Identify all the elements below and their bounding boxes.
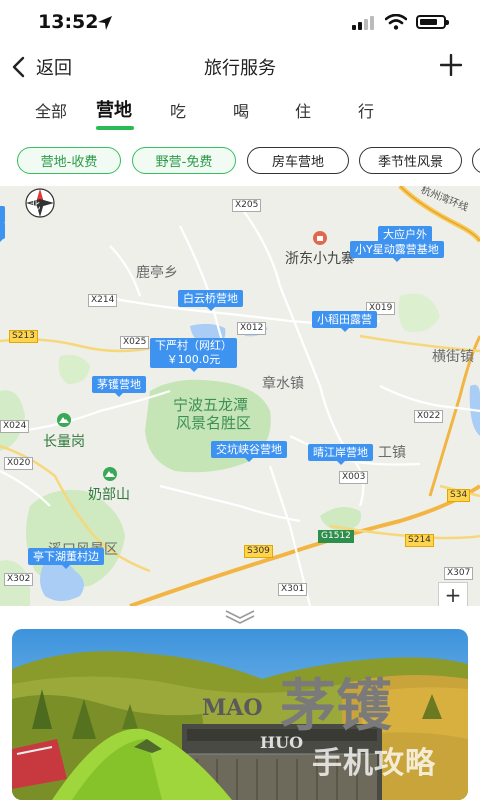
location-arrow-icon <box>98 16 112 30</box>
place-label: 横街镇 <box>432 349 474 365</box>
active-tab-indicator <box>96 126 134 130</box>
road-tag: X214 <box>88 294 118 307</box>
road-tag: S34 <box>447 489 471 502</box>
sign-pinyin: MAO <box>202 695 263 721</box>
filter-chip-seasonal[interactable]: 季节性风景 <box>359 147 462 174</box>
battery-icon <box>416 15 449 29</box>
road-tag: X024 <box>0 420 30 433</box>
camp-marker[interactable]: 小稻田露营 <box>312 311 377 332</box>
tab-campsite[interactable]: 营地 <box>96 96 132 122</box>
watermark: 手机攻略 <box>312 746 436 781</box>
filter-chip-more[interactable] <box>472 147 480 174</box>
place-label: 长量岗 <box>43 434 85 450</box>
camp-card-photo[interactable]: MAO 茅镬 HUO 手机攻略 <box>12 629 468 800</box>
camp-marker[interactable]: 晴江岸营地 <box>308 444 373 465</box>
camp-marker-name: 小稻田露营 <box>317 313 372 326</box>
camp-marker-partial[interactable] <box>0 206 5 227</box>
chevron-down-icon[interactable] <box>222 608 258 626</box>
camp-marker[interactable]: 下严村（网红） ￥100.0元 <box>150 338 237 372</box>
road-tag: X205 <box>232 199 262 212</box>
camp-marker-name: 大应户外 <box>383 228 427 241</box>
road-tag: S214 <box>405 534 434 547</box>
sign-main-text: 茅镬 <box>280 673 392 739</box>
camp-marker-name: 小Y星动露营基地 <box>355 243 439 256</box>
tab-eat[interactable]: 吃 <box>170 98 186 122</box>
camp-marker[interactable]: 茅镬营地 <box>92 376 146 397</box>
wifi-icon <box>385 14 407 30</box>
tab-travel[interactable]: 行 <box>358 98 374 122</box>
camp-marker-partial[interactable] <box>0 222 5 243</box>
filter-chip-paid-camp[interactable]: 营地-收费 <box>17 147 121 174</box>
filter-chips: 营地-收费 野营-免费 房车营地 季节性风景 <box>0 147 480 175</box>
place-label: 工镇 <box>378 445 406 461</box>
scenic-poi-icon <box>313 231 327 245</box>
camp-marker[interactable]: 交坑峡谷营地 <box>211 441 287 462</box>
cellular-signal-icon <box>352 16 374 30</box>
mountain-icon <box>103 467 117 481</box>
road-tag: X022 <box>414 410 444 423</box>
filter-chip-free-camp[interactable]: 野营-免费 <box>132 147 236 174</box>
map-view[interactable]: 北 鹿亭乡 章水镇 横街镇 长量岗 奶部山 浙东小九寨 宁波五龙潭 风景名胜区 … <box>0 186 480 606</box>
place-label: 奶部山 <box>88 487 130 503</box>
camp-marker-price: ￥100.0元 <box>166 353 221 366</box>
road-tag: X307 <box>444 567 474 580</box>
place-label: 章水镇 <box>262 376 304 392</box>
camp-marker-name: 交坑峡谷营地 <box>216 443 282 456</box>
camp-marker-name: 下严村（网红） <box>155 339 232 352</box>
compass-label: 北 <box>30 201 40 212</box>
compass-icon[interactable] <box>18 186 62 220</box>
camp-marker-name: 晴江岸营地 <box>313 446 368 459</box>
category-tabs: 全部 营地 吃 喝 住 行 <box>0 94 480 136</box>
camp-marker-name: 茅镬营地 <box>97 378 141 391</box>
place-label: 浙东小九寨 <box>285 251 355 267</box>
status-time: 13:52 <box>38 11 99 33</box>
page-title: 旅行服务 <box>204 58 276 79</box>
road-tag: G1512 <box>318 530 354 543</box>
scenic-label: 风景名胜区 <box>176 414 252 432</box>
add-icon[interactable] <box>440 54 462 76</box>
road-tag: X012 <box>237 322 267 335</box>
road-tag: X025 <box>120 336 150 349</box>
camp-marker[interactable]: 白云桥营地 <box>178 290 243 311</box>
tab-drink[interactable]: 喝 <box>233 98 249 122</box>
road-tag: X003 <box>339 471 369 484</box>
road-tag: S213 <box>9 330 38 343</box>
zoom-in-button[interactable]: + <box>438 582 468 606</box>
tab-all[interactable]: 全部 <box>35 98 67 122</box>
filter-chip-rv-camp[interactable]: 房车营地 <box>247 147 349 174</box>
road-tag: X301 <box>278 583 308 596</box>
nav-bar: 返回 旅行服务 <box>0 44 480 90</box>
tab-stay[interactable]: 住 <box>295 98 311 122</box>
road-tag: X020 <box>4 457 34 470</box>
scenic-label: 宁波五龙潭 <box>173 396 249 414</box>
mountain-icon <box>57 413 71 427</box>
road-tag: S309 <box>244 545 273 558</box>
camp-marker[interactable]: 小Y星动露营基地 <box>350 241 444 262</box>
camp-marker-name: 白云桥营地 <box>183 292 238 305</box>
camp-marker-name: 亭下湖董村边 <box>33 550 99 563</box>
status-bar: 13:52 <box>0 0 480 44</box>
camp-marker[interactable]: 亭下湖董村边 <box>28 548 104 569</box>
place-label: 鹿亭乡 <box>136 265 178 281</box>
sign-small-text: HUO <box>260 733 304 752</box>
road-tag: X302 <box>4 573 34 586</box>
